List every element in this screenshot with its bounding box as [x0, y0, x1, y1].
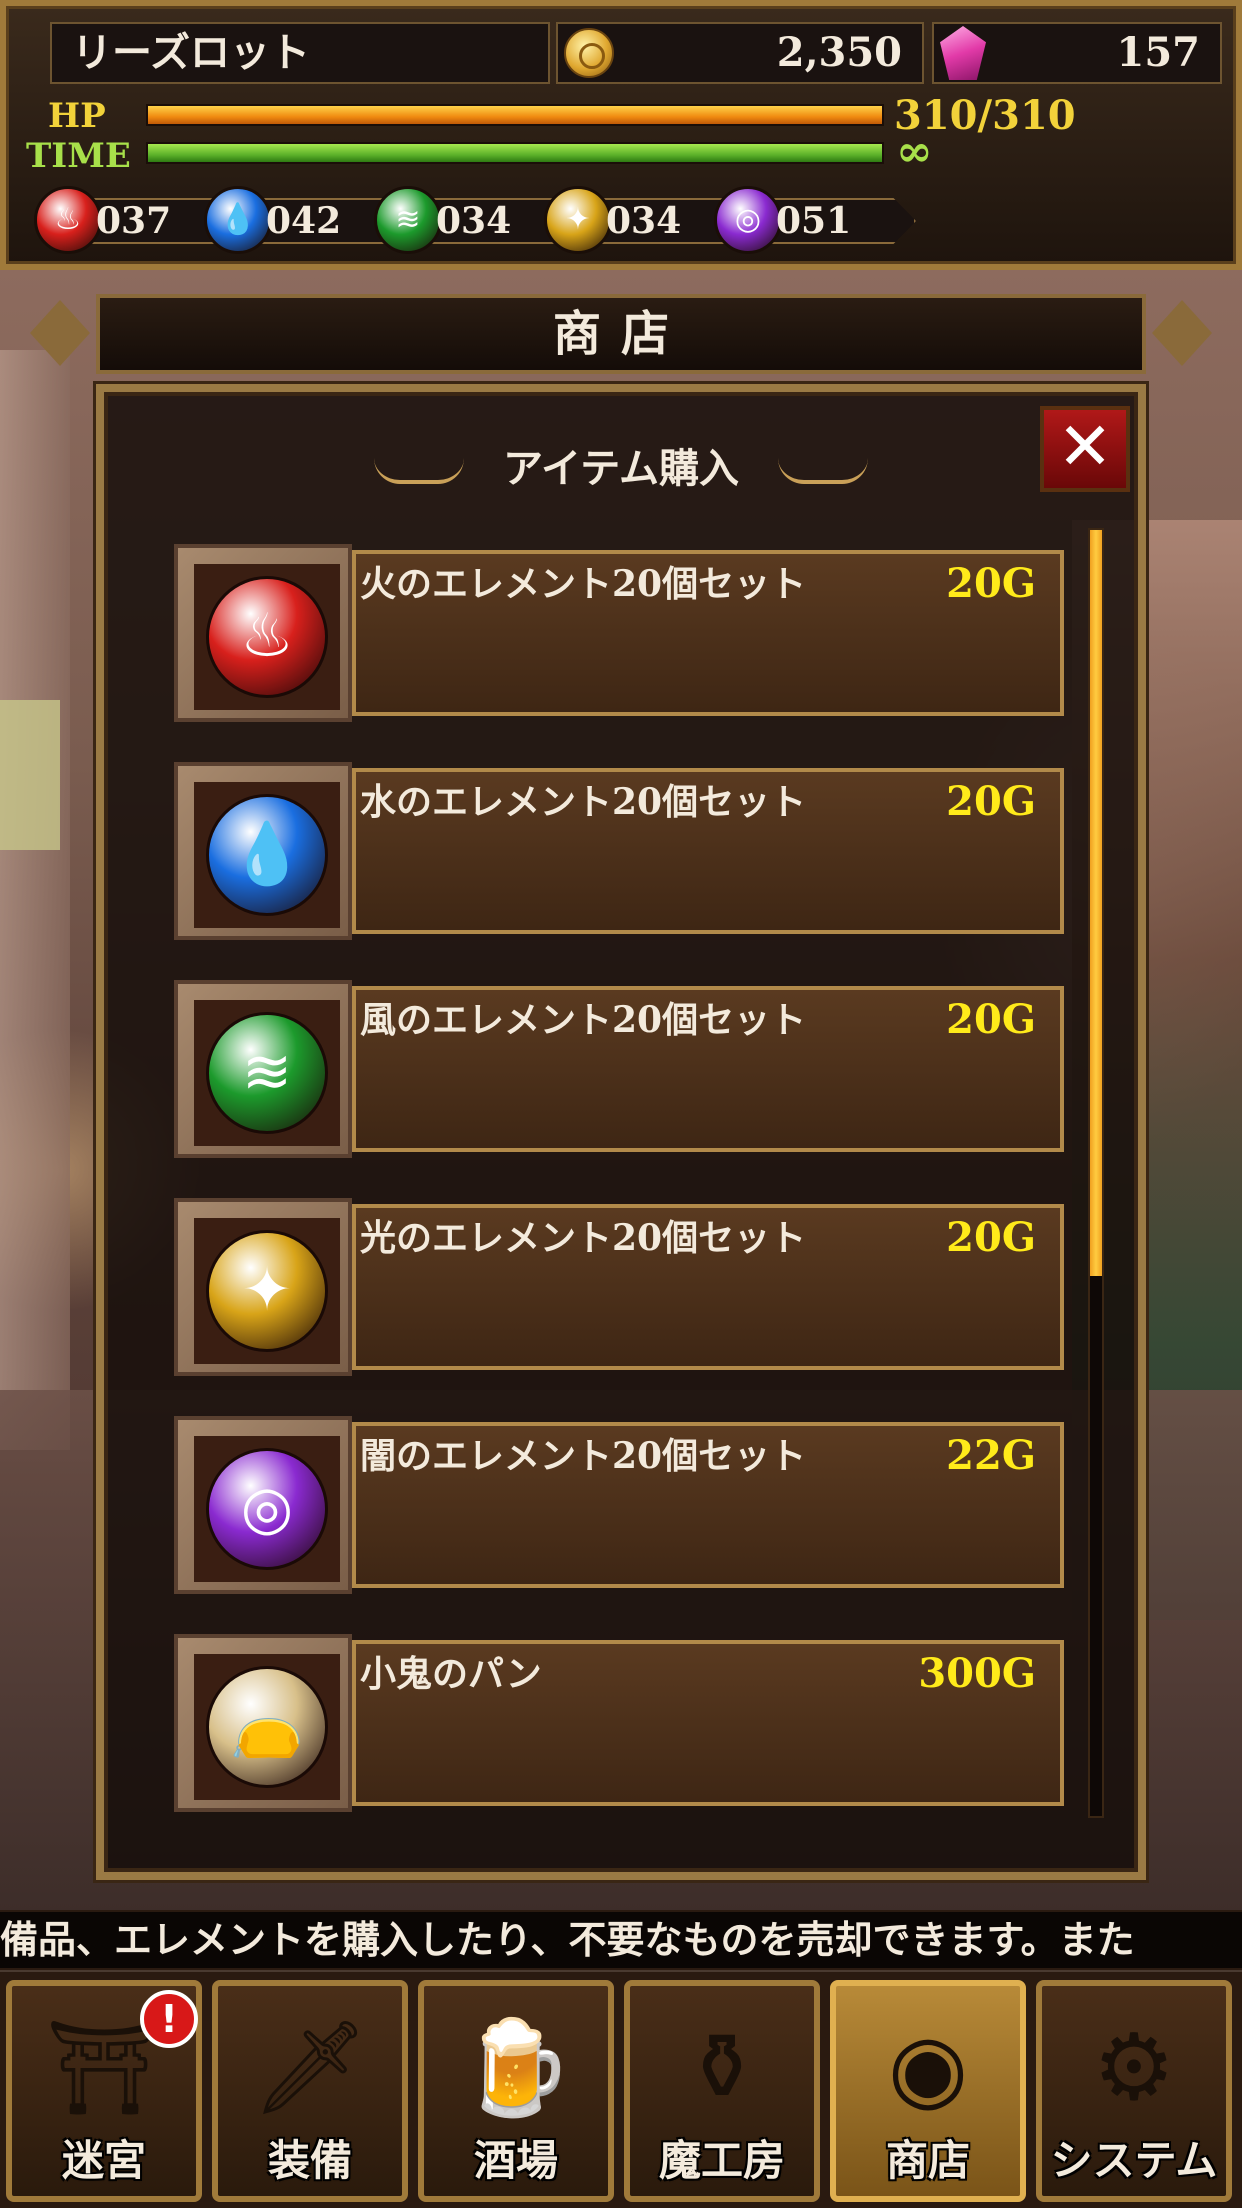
wind-orb-icon: ≋ [206, 1012, 328, 1134]
item-icon-inner: ♨ [194, 564, 340, 710]
time-bar [146, 142, 884, 164]
gold-coin-icon [564, 28, 614, 78]
element-count: 037 [96, 200, 172, 242]
item-name: 水のエレメント20個セット [360, 781, 807, 823]
scrollbar-thumb[interactable] [1090, 530, 1102, 1276]
bottom-nav: ⛩ 迷宮! 🗡 装備 🍺 酒場 ⚱ 魔工房 ◉ 商店 ⚙ システム [0, 1972, 1242, 2208]
nav-cauldron-button[interactable]: ⚱ 魔工房 [624, 1980, 820, 2202]
item-icon-frame: 👝 [174, 1634, 352, 1812]
element-count: 034 [436, 200, 512, 242]
beer-mug-icon: 🍺 [458, 2014, 574, 2121]
element-counter: ◎ 051 [714, 184, 934, 256]
alert-badge: ! [140, 1990, 198, 2048]
shop-item-row[interactable]: 💧 水のエレメント20個セット 20G [174, 762, 1064, 940]
nav-sword-button[interactable]: 🗡 装備 [212, 1980, 408, 2202]
item-price: 20G [946, 560, 1036, 607]
nav-beer-mug-button[interactable]: 🍺 酒場 [418, 1980, 614, 2202]
item-icon-inner: ✦ [194, 1218, 340, 1364]
gold-value: 2,350 [776, 29, 902, 76]
item-name: 光のエレメント20個セット [360, 1217, 807, 1259]
bread-bag-icon: 👝 [206, 1666, 328, 1788]
water-icon: 💧 [204, 186, 272, 254]
info-ticker: 備品、エレメントを購入したり、不要なものを売却できます。また [0, 1910, 1242, 1970]
gold-display: 2,350 [556, 22, 924, 84]
item-name: 闇のエレメント20個セット [360, 1435, 807, 1477]
gem-icon [940, 26, 986, 80]
element-count: 042 [266, 200, 342, 242]
title-ornament-right [778, 458, 868, 484]
hp-bar [146, 104, 884, 126]
gear-icon: ⚙ [1092, 2014, 1176, 2121]
nav-label: 酒場 [473, 2136, 558, 2185]
item-icon-frame: ✦ [174, 1198, 352, 1376]
item-price: 300G [918, 1650, 1036, 1697]
close-button[interactable]: ✕ [1040, 406, 1130, 492]
ticker-text: 備品、エレメントを購入したり、不要なものを売却できます。また [0, 1917, 1135, 1962]
wind-icon: ≋ [374, 186, 442, 254]
dialog-title: アイテム購入 [503, 445, 739, 492]
dark-orb-icon: ◎ [206, 1448, 328, 1570]
hp-bar-fill [148, 106, 882, 124]
dark-icon: ◎ [714, 186, 782, 254]
item-icon-inner: ◎ [194, 1436, 340, 1582]
nav-label: 魔工房 [658, 2136, 785, 2185]
nav-label: 迷宮 [61, 2136, 146, 2185]
hp-label: HP [48, 96, 106, 136]
shop-item-row[interactable]: ♨ 火のエレメント20個セット 20G [174, 544, 1064, 722]
player-name: リーズロット [50, 22, 550, 84]
item-icon-frame: ◎ [174, 1416, 352, 1594]
gem-display: 157 [932, 22, 1222, 84]
shop-coin-icon: ◉ [887, 2014, 969, 2121]
time-label: TIME [26, 136, 131, 176]
fire-orb-icon: ♨ [206, 576, 328, 698]
sword-icon: 🗡 [251, 2014, 369, 2121]
item-price: 22G [946, 1432, 1036, 1479]
nav-label: 商店 [885, 2136, 970, 2185]
element-count: 034 [606, 200, 682, 242]
shop-item-row[interactable]: ✦ 光のエレメント20個セット 20G [174, 1198, 1064, 1376]
element-counts: ♨ 037 💧 042 ≋ 034 ✦ 034 ◎ 051 [34, 184, 1224, 256]
time-bar-fill [148, 144, 882, 162]
cauldron-icon: ⚱ [683, 2014, 761, 2121]
item-price: 20G [946, 996, 1036, 1043]
page-title: 商店 [552, 306, 689, 362]
element-count: 051 [776, 200, 852, 242]
shop-item-row[interactable]: ≋ 風のエレメント20個セット 20G [174, 980, 1064, 1158]
item-name: 小鬼のパン [360, 1653, 542, 1695]
item-name: 風のエレメント20個セット [360, 999, 807, 1041]
nav-label: 装備 [267, 2136, 352, 2185]
item-icon-frame: 💧 [174, 762, 352, 940]
background-wall [0, 350, 70, 1450]
item-icon-inner: 👝 [194, 1654, 340, 1800]
shop-item-row[interactable]: ◎ 闇のエレメント20個セット 22G [174, 1416, 1064, 1594]
background-crate [0, 700, 60, 850]
scrollbar[interactable] [1088, 528, 1104, 1818]
light-orb-icon: ✦ [206, 1230, 328, 1352]
water-orb-icon: 💧 [206, 794, 328, 916]
nav-dungeon-door-button[interactable]: ⛩ 迷宮! [6, 1980, 202, 2202]
status-panel: リーズロット 2,350 157 HP 310/310 TIME ∞ ♨ 037 💧… [0, 0, 1242, 270]
time-value: ∞ [896, 126, 933, 177]
fire-icon: ♨ [34, 186, 102, 254]
nav-gear-button[interactable]: ⚙ システム [1036, 1980, 1232, 2202]
item-name: 火のエレメント20個セット [360, 563, 807, 605]
gem-value: 157 [1116, 29, 1201, 76]
item-icon-frame: ♨ [174, 544, 352, 722]
shop-item-row[interactable]: 👝 小鬼のパン 300G [174, 1634, 1064, 1812]
item-price: 20G [946, 1214, 1036, 1261]
item-icon-frame: ≋ [174, 980, 352, 1158]
light-icon: ✦ [544, 186, 612, 254]
item-icon-inner: 💧 [194, 782, 340, 928]
shop-header: 商店 [96, 294, 1146, 374]
nav-shop-coin-button[interactable]: ◉ 商店 [830, 1980, 1026, 2202]
item-icon-inner: ≋ [194, 1000, 340, 1146]
nav-label: システム [1050, 2136, 1218, 2185]
item-price: 20G [946, 778, 1036, 825]
item-purchase-dialog: アイテム購入 ✕ ♨ 火のエレメント20個セット 20G 💧 水のエレメント20個セット… [96, 384, 1146, 1880]
